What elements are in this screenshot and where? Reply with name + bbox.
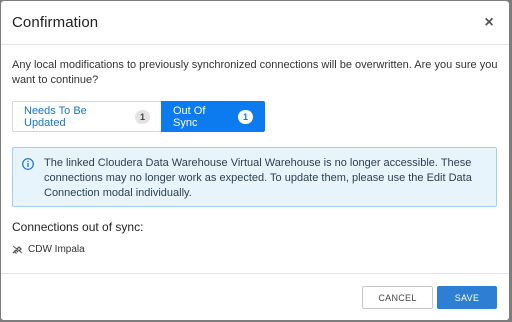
tab-out-of-sync[interactable]: Out Of Sync 1 bbox=[161, 101, 265, 132]
dialog-header: Confirmation × bbox=[1, 1, 509, 45]
count-badge: 1 bbox=[238, 109, 253, 124]
dialog-title: Confirmation bbox=[12, 14, 99, 31]
connections-heading: Connections out of sync: bbox=[12, 220, 144, 234]
dialog-body: Any local modifications to previously sy… bbox=[1, 45, 509, 255]
info-alert-text: The linked Cloudera Data Warehouse Virtu… bbox=[44, 157, 472, 199]
close-icon[interactable]: × bbox=[483, 14, 495, 31]
info-circle-icon bbox=[22, 158, 34, 170]
disconnected-icon bbox=[12, 245, 23, 254]
dialog-footer: CANCEL SAVE bbox=[1, 273, 509, 320]
connection-name: CDW Impala bbox=[28, 244, 85, 255]
connection-item: CDW Impala bbox=[12, 244, 497, 255]
confirmation-dialog: Confirmation × Any local modifications t… bbox=[1, 1, 509, 320]
count-badge: 1 bbox=[135, 109, 150, 124]
save-button[interactable]: SAVE bbox=[437, 286, 497, 309]
confirmation-message: Any local modifications to previously sy… bbox=[12, 59, 498, 86]
info-alert: The linked Cloudera Data Warehouse Virtu… bbox=[12, 147, 497, 207]
tab-needs-to-be-updated[interactable]: Needs To Be Updated 1 bbox=[12, 101, 161, 132]
cancel-button[interactable]: CANCEL bbox=[362, 286, 433, 309]
tab-label: Needs To Be Updated bbox=[24, 104, 87, 129]
sync-tabs: Needs To Be Updated 1 Out Of Sync 1 bbox=[12, 101, 497, 132]
tab-label: Out Of Sync bbox=[173, 104, 206, 129]
